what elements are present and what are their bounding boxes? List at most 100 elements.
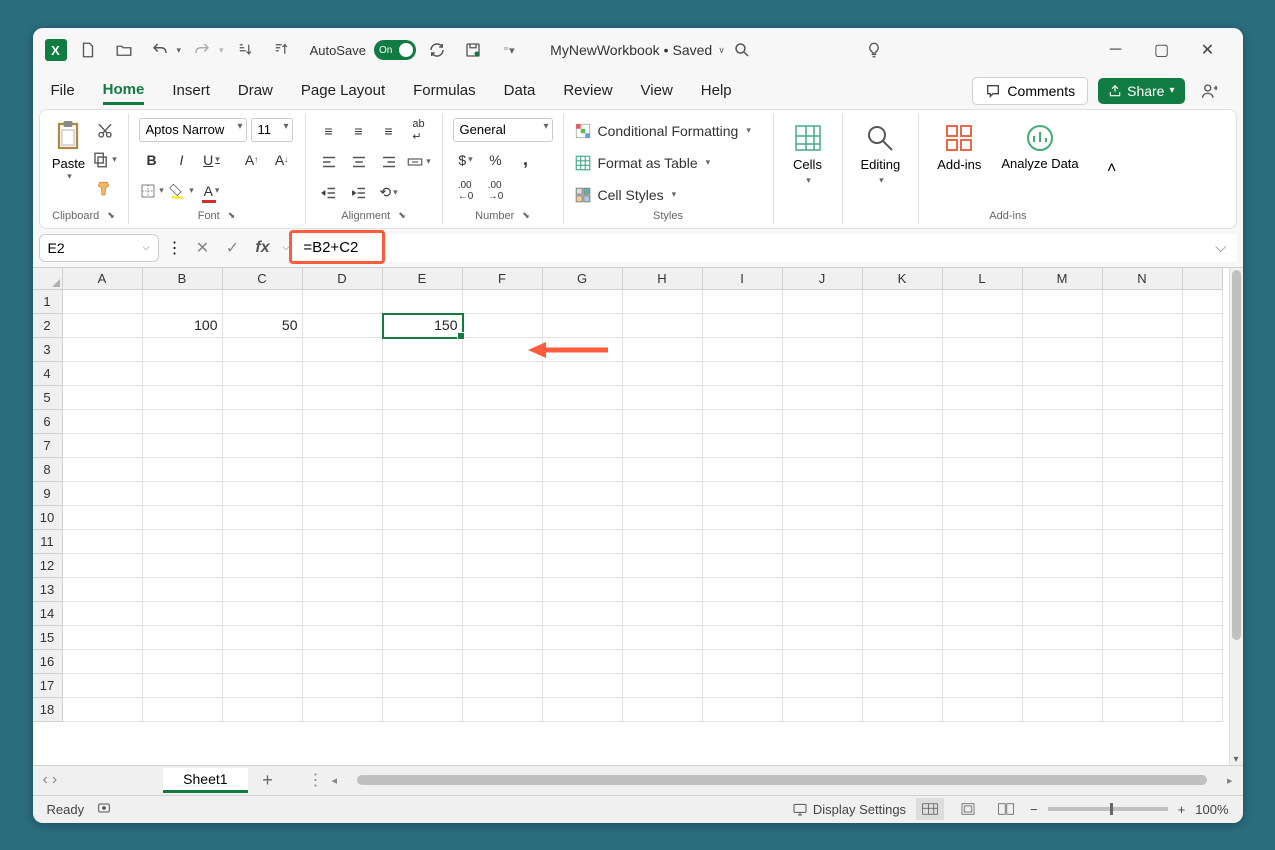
- cell-G17[interactable]: [543, 674, 623, 698]
- save-icon[interactable]: [458, 35, 488, 65]
- row-header-2[interactable]: 2: [33, 314, 63, 338]
- col-header-A[interactable]: A: [63, 268, 143, 290]
- cell-J18[interactable]: [783, 698, 863, 722]
- row-header-6[interactable]: 6: [33, 410, 63, 434]
- col-header-L[interactable]: L: [943, 268, 1023, 290]
- tab-file[interactable]: File: [51, 78, 75, 103]
- collapse-ribbon-icon[interactable]: ˄: [1097, 114, 1127, 224]
- cell-A7[interactable]: [63, 434, 143, 458]
- analyze-data-button[interactable]: Analyze Data: [993, 118, 1086, 175]
- font-name-combo[interactable]: [139, 118, 247, 142]
- align-left-icon[interactable]: [316, 149, 342, 175]
- page-break-view-icon[interactable]: [992, 798, 1020, 820]
- cell-F1[interactable]: [463, 290, 543, 314]
- cell-E8[interactable]: [383, 458, 463, 482]
- cell-B2[interactable]: 100: [143, 314, 223, 338]
- cell-E10[interactable]: [383, 506, 463, 530]
- cell-F11[interactable]: [463, 530, 543, 554]
- number-launcher[interactable]: ⬊: [522, 210, 530, 221]
- cell-C17[interactable]: [223, 674, 303, 698]
- cell-C13[interactable]: [223, 578, 303, 602]
- cell-N13[interactable]: [1103, 578, 1183, 602]
- cell-N14[interactable]: [1103, 602, 1183, 626]
- col-header-J[interactable]: J: [783, 268, 863, 290]
- share-button[interactable]: Share ▾: [1098, 78, 1184, 104]
- cell-A10[interactable]: [63, 506, 143, 530]
- cell-F13[interactable]: [463, 578, 543, 602]
- cell-M17[interactable]: [1023, 674, 1103, 698]
- align-center-icon[interactable]: [346, 149, 372, 175]
- add-sheet-button[interactable]: +: [256, 768, 280, 792]
- row-header-17[interactable]: 17: [33, 674, 63, 698]
- sheet-nav-prev[interactable]: ‹: [43, 771, 48, 789]
- cell-D8[interactable]: [303, 458, 383, 482]
- cell-I17[interactable]: [703, 674, 783, 698]
- cell-A11[interactable]: [63, 530, 143, 554]
- cell-A3[interactable]: [63, 338, 143, 362]
- cell-N4[interactable]: [1103, 362, 1183, 386]
- increase-decimal-icon[interactable]: .00←0: [453, 178, 479, 204]
- cell-I7[interactable]: [703, 434, 783, 458]
- cell-I12[interactable]: [703, 554, 783, 578]
- cell-G6[interactable]: [543, 410, 623, 434]
- macro-record-icon[interactable]: [96, 800, 112, 819]
- decrease-indent-icon[interactable]: [316, 180, 342, 206]
- cell-M7[interactable]: [1023, 434, 1103, 458]
- cell-C6[interactable]: [223, 410, 303, 434]
- cell-M18[interactable]: [1023, 698, 1103, 722]
- cell-D18[interactable]: [303, 698, 383, 722]
- cell-K2[interactable]: [863, 314, 943, 338]
- cell-A9[interactable]: [63, 482, 143, 506]
- cell-B4[interactable]: [143, 362, 223, 386]
- font-launcher[interactable]: ⬊: [228, 210, 236, 221]
- cell-K1[interactable]: [863, 290, 943, 314]
- cell-J2[interactable]: [783, 314, 863, 338]
- tab-page-layout[interactable]: Page Layout: [301, 78, 385, 103]
- cell-M12[interactable]: [1023, 554, 1103, 578]
- percent-icon[interactable]: %: [483, 147, 509, 173]
- editing-button[interactable]: Editing ▾: [853, 118, 909, 190]
- tab-insert[interactable]: Insert: [172, 78, 210, 103]
- borders-icon[interactable]: ▾: [139, 178, 165, 204]
- cell-J15[interactable]: [783, 626, 863, 650]
- cell-C7[interactable]: [223, 434, 303, 458]
- redo-dropdown[interactable]: ▾: [219, 45, 224, 56]
- cell-A1[interactable]: [63, 290, 143, 314]
- cell-N8[interactable]: [1103, 458, 1183, 482]
- cell-C11[interactable]: [223, 530, 303, 554]
- cell-I11[interactable]: [703, 530, 783, 554]
- col-header-partial[interactable]: [1183, 268, 1223, 290]
- cell-I14[interactable]: [703, 602, 783, 626]
- cell-C9[interactable]: [223, 482, 303, 506]
- cell-G2[interactable]: [543, 314, 623, 338]
- cell-C8[interactable]: [223, 458, 303, 482]
- sheet-nav-next[interactable]: ›: [52, 771, 57, 789]
- cell-E15[interactable]: [383, 626, 463, 650]
- cell-G15[interactable]: [543, 626, 623, 650]
- cell-J9[interactable]: [783, 482, 863, 506]
- row-header-15[interactable]: 15: [33, 626, 63, 650]
- cell-E3[interactable]: [383, 338, 463, 362]
- cell-L5[interactable]: [943, 386, 1023, 410]
- maximize-button[interactable]: ▢: [1139, 35, 1185, 65]
- cell-L14[interactable]: [943, 602, 1023, 626]
- cell-N15[interactable]: [1103, 626, 1183, 650]
- cell-J1[interactable]: [783, 290, 863, 314]
- cell-N7[interactable]: [1103, 434, 1183, 458]
- cell-F18[interactable]: [463, 698, 543, 722]
- cell-D5[interactable]: [303, 386, 383, 410]
- name-box-dropdown[interactable]: ⌵: [143, 242, 150, 253]
- cell-F6[interactable]: [463, 410, 543, 434]
- cell-H11[interactable]: [623, 530, 703, 554]
- cell-A14[interactable]: [63, 602, 143, 626]
- col-header-H[interactable]: H: [623, 268, 703, 290]
- comments-button[interactable]: Comments: [972, 77, 1088, 105]
- cell-L8[interactable]: [943, 458, 1023, 482]
- cell-M14[interactable]: [1023, 602, 1103, 626]
- cell-A17[interactable]: [63, 674, 143, 698]
- cell-N11[interactable]: [1103, 530, 1183, 554]
- cell-M6[interactable]: [1023, 410, 1103, 434]
- zoom-slider[interactable]: [1048, 807, 1168, 811]
- page-layout-view-icon[interactable]: [954, 798, 982, 820]
- cell-F10[interactable]: [463, 506, 543, 530]
